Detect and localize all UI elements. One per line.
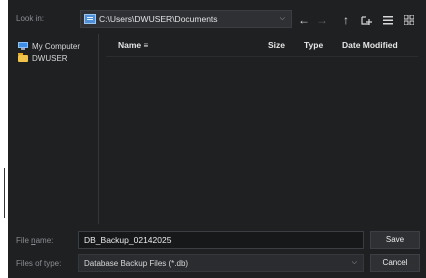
column-header-date-modified[interactable]: Date Modified — [342, 40, 398, 50]
edge-divider — [4, 168, 5, 218]
back-arrow-icon[interactable]: ← — [296, 12, 312, 28]
up-arrow-icon[interactable]: ↑ — [338, 12, 354, 28]
new-folder-icon[interactable] — [358, 12, 374, 28]
column-header-type[interactable]: Type — [304, 40, 323, 50]
column-header-name[interactable]: Name ≡ — [118, 40, 148, 50]
file-type-label: Files of type: — [16, 259, 62, 268]
sidebar-item-label: DWUSER — [32, 53, 68, 63]
cancel-button[interactable]: Cancel — [370, 254, 420, 272]
save-button[interactable]: Save — [370, 231, 420, 249]
look-in-label: Look in: — [16, 14, 45, 23]
save-file-dialog: Look in: C:\Users\DWUSER\Documents ⌵ ← →… — [8, 0, 426, 278]
look-in-combo[interactable]: C:\Users\DWUSER\Documents ⌵ — [80, 10, 292, 28]
list-view-icon[interactable] — [380, 12, 396, 28]
sidebar-item-label: My Computer — [32, 41, 81, 51]
file-type-value: Database Backup Files (*.db) — [84, 259, 189, 268]
sidebar-item-my-computer[interactable]: My Computer — [16, 40, 98, 52]
detail-view-icon[interactable] — [401, 12, 417, 28]
file-type-select[interactable]: Database Backup Files (*.db) ⌵ — [78, 254, 364, 272]
left-window-edge — [0, 0, 8, 278]
places-sidebar: My Computer DWUSER — [16, 34, 99, 224]
forward-arrow-icon[interactable]: → — [314, 12, 330, 28]
file-list[interactable] — [106, 57, 418, 222]
computer-icon — [18, 42, 28, 50]
documents-folder-icon — [84, 14, 96, 24]
sort-indicator-icon: ≡ — [143, 41, 149, 50]
file-list-header: Name ≡ Size Type Date Modified — [106, 40, 418, 54]
folder-icon — [18, 52, 28, 62]
file-name-label: File name: — [16, 236, 54, 245]
look-in-path: C:\Users\DWUSER\Documents — [99, 14, 218, 24]
file-name-input[interactable]: DB_Backup_02142025 — [78, 231, 364, 249]
column-header-size[interactable]: Size — [268, 40, 285, 50]
sidebar-item-dwuser[interactable]: DWUSER — [16, 52, 98, 64]
chevron-down-icon[interactable]: ⌵ — [280, 15, 285, 23]
chevron-down-icon[interactable]: ⌵ — [352, 259, 357, 267]
